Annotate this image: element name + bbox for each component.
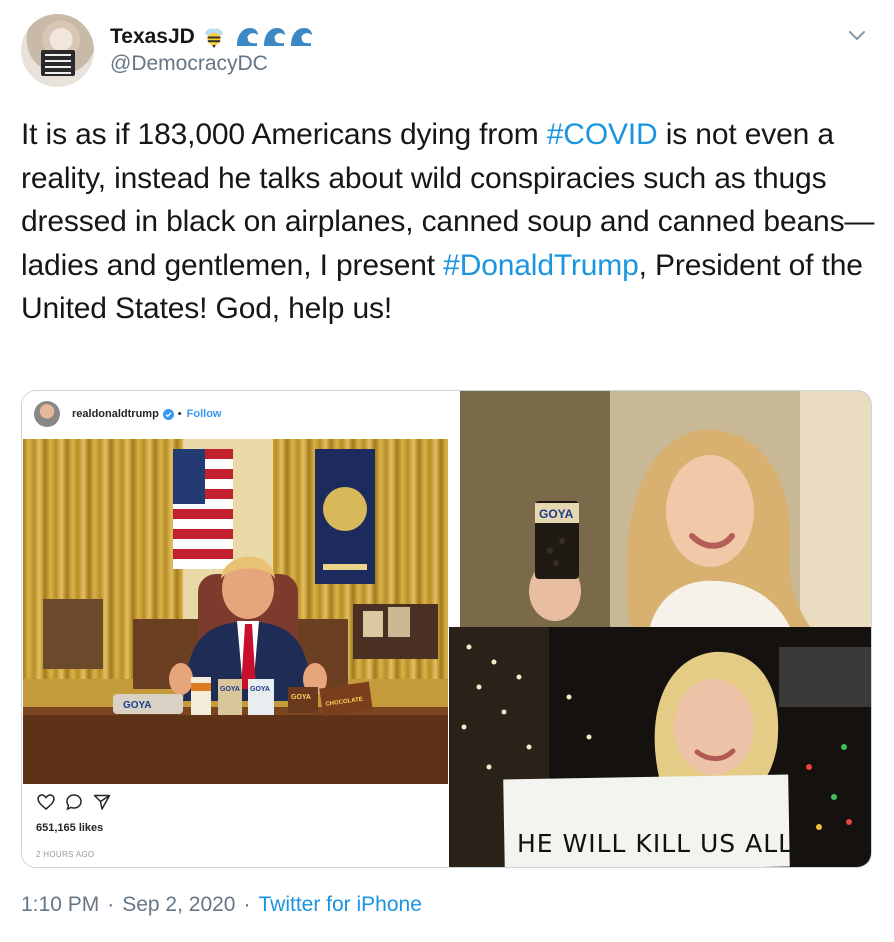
tweet-date[interactable]: Sep 2, 2020 bbox=[122, 893, 235, 917]
hashtag-covid-link[interactable]: #COVID bbox=[547, 118, 658, 151]
media-photo-can[interactable]: GOYA bbox=[460, 391, 871, 627]
presidential-flag bbox=[315, 449, 375, 584]
tweet: TexasJD @DemocracyDC It is as if 183,000… bbox=[0, 0, 894, 942]
wave-emoji-icon bbox=[236, 28, 258, 46]
chevron-down-icon[interactable] bbox=[846, 24, 868, 46]
dot-separator: · bbox=[243, 893, 251, 916]
oval-office-photo: GOYA GOYA GOYA GOYA CHOCOLATE bbox=[23, 439, 448, 784]
goya-label: GOYA bbox=[291, 694, 311, 701]
author-name-row[interactable]: TexasJD bbox=[110, 22, 313, 52]
media-photo-instagram-screenshot[interactable]: realdonaldtrump • Follow GOYA GOYA GOYA … bbox=[22, 391, 449, 867]
instagram-likes-count: 651,165 likes bbox=[36, 822, 104, 834]
cardboard-sign: HE WILL KILL US ALL bbox=[503, 774, 793, 867]
goya-label: GOYA bbox=[123, 700, 152, 711]
tweet-footer: 1:10 PM · Sep 2, 2020 · Twitter for iPho… bbox=[21, 893, 422, 917]
author-username[interactable]: @DemocracyDC bbox=[110, 52, 268, 76]
avatar-letterboard bbox=[41, 50, 75, 76]
wave-emoji-icon bbox=[263, 28, 285, 46]
tweet-text-part: It is as if 183,000 Americans dying from bbox=[21, 118, 547, 151]
woman-holding-sign-scene: HE WILL KILL US ALL bbox=[449, 627, 871, 867]
media-grid: realdonaldtrump • Follow GOYA GOYA GOYA … bbox=[21, 390, 872, 868]
instagram-avatar bbox=[34, 401, 60, 427]
heart-icon bbox=[37, 794, 55, 810]
dot-separator: • bbox=[177, 408, 182, 420]
instagram-post-card: realdonaldtrump • Follow GOYA GOYA GOYA … bbox=[22, 391, 449, 867]
instagram-post-header: realdonaldtrump • Follow bbox=[34, 401, 221, 427]
comment-icon bbox=[66, 794, 82, 811]
instagram-actions bbox=[36, 792, 112, 812]
wave-emoji-icon bbox=[290, 28, 312, 46]
tweet-source-link[interactable]: Twitter for iPhone bbox=[258, 893, 421, 917]
author-avatar[interactable] bbox=[21, 14, 94, 87]
tweet-text: It is as if 183,000 Americans dying from… bbox=[21, 113, 881, 331]
tweet-time[interactable]: 1:10 PM bbox=[21, 893, 99, 917]
instagram-username: realdonaldtrump bbox=[72, 408, 159, 420]
dot-separator: · bbox=[107, 893, 115, 916]
woman-holding-can-scene: GOYA bbox=[460, 391, 871, 627]
share-icon bbox=[93, 794, 111, 810]
hashtag-donaldtrump-link[interactable]: #DonaldTrump bbox=[443, 249, 639, 282]
goya-label: GOYA bbox=[220, 686, 240, 693]
verified-badge-icon bbox=[162, 408, 174, 420]
bee-emoji-icon bbox=[205, 28, 223, 48]
waves-emoji-group bbox=[235, 26, 313, 48]
author-display-name[interactable]: TexasJD bbox=[110, 25, 195, 49]
goya-can-label: GOYA bbox=[539, 507, 574, 521]
sign-text: HE WILL KILL US ALL bbox=[517, 829, 793, 858]
oval-office-scene: GOYA GOYA GOYA GOYA CHOCOLATE bbox=[23, 439, 448, 784]
instagram-follow-link: Follow bbox=[186, 408, 222, 420]
us-flag bbox=[173, 449, 233, 569]
instagram-timestamp: 2 HOURS AGO bbox=[36, 850, 95, 859]
media-photo-sign[interactable]: HE WILL KILL US ALL bbox=[449, 627, 871, 867]
goya-label: GOYA bbox=[250, 686, 270, 693]
